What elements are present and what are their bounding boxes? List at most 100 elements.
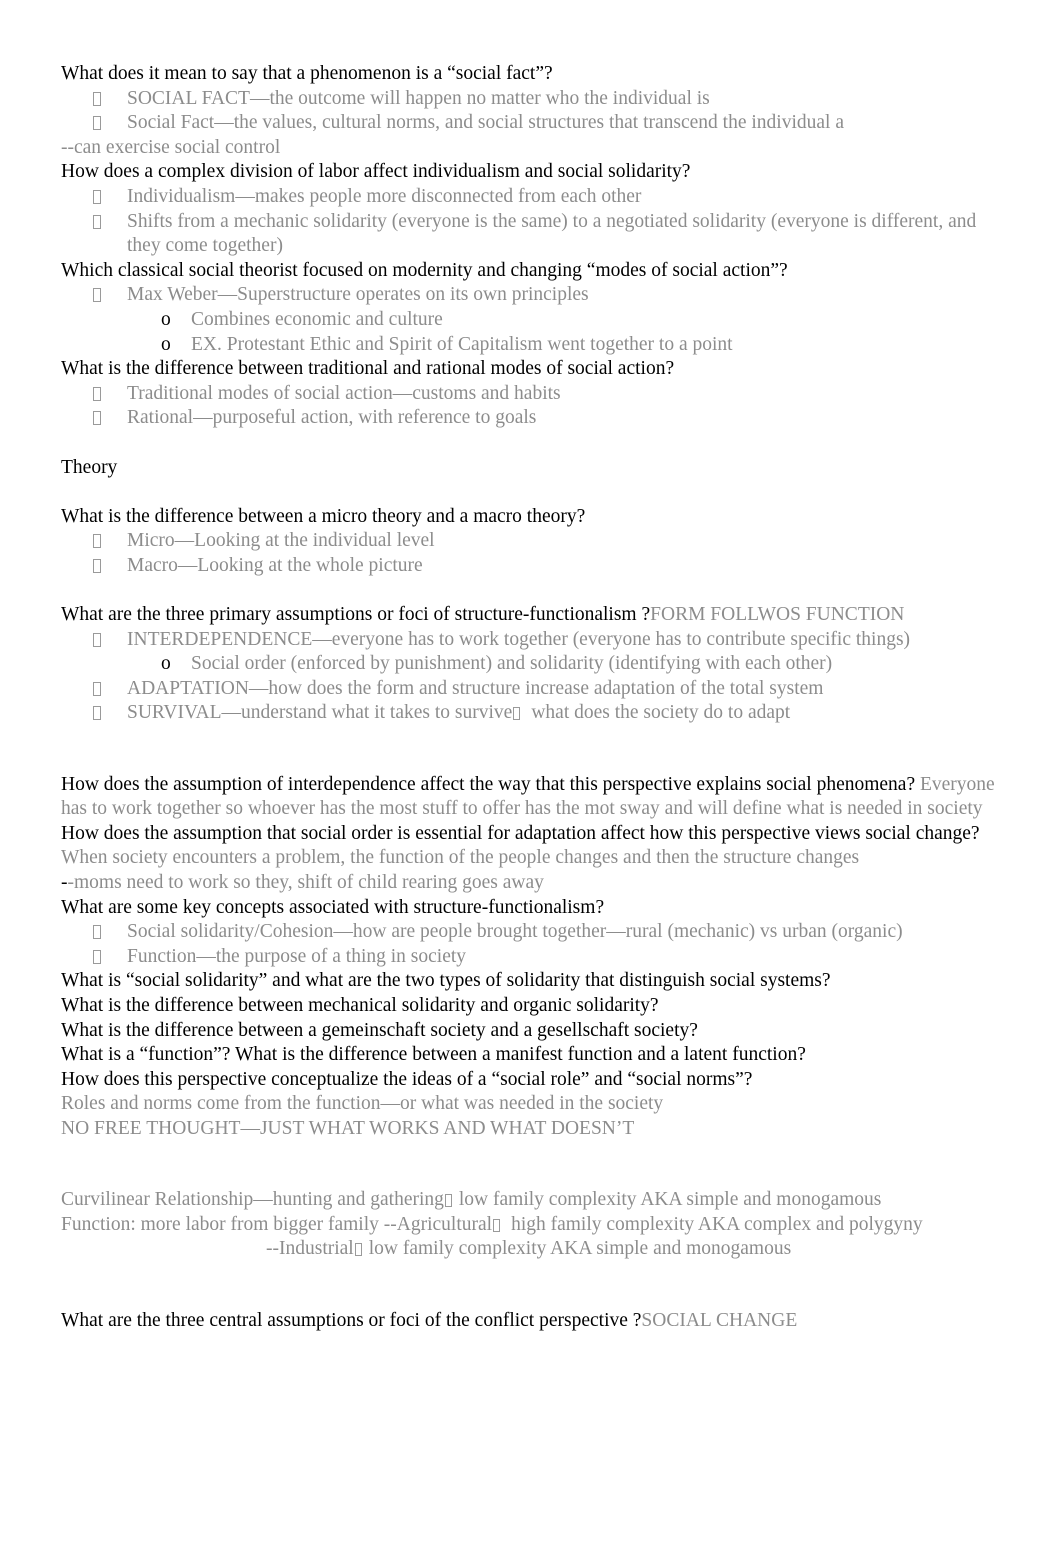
sub-bullet-item: o Social order (enforced by punishment) … [61, 652, 1013, 677]
bullet-tofu-icon [93, 111, 101, 136]
note-moms-work: --moms need to work so they, shift of ch… [61, 871, 1013, 896]
section-heading-theory: Theory [61, 456, 1013, 481]
bullet-tofu-icon [93, 945, 101, 970]
question-text: Which classical social theorist focused … [61, 259, 788, 281]
note-text: --Industrial [266, 1238, 354, 1260]
question-text: What are the three primary assumptions o… [61, 604, 651, 626]
bullet-tofu-icon [93, 529, 101, 554]
bullet-text: Macro—Looking at the whole picture [127, 554, 423, 576]
question-text: How does the assumption of interdependen… [61, 773, 916, 795]
bullet-item: Rational—purposeful action, with referen… [61, 406, 1013, 431]
note-text: Function: more labor from bigger family … [61, 1213, 493, 1235]
note-text: -moms need to work so they, shift of chi… [67, 872, 544, 893]
note-text: NO FREE THOUGHT—JUST WHAT WORKS AND WHAT… [61, 1117, 635, 1139]
bullet-tofu-icon [93, 701, 101, 726]
inline-answer-text: SOCIAL CHANGE [641, 1309, 798, 1331]
note-text-continued: low family complexity AKA simple and mon… [368, 1238, 792, 1260]
bullet-item: Function—the purpose of a thing in socie… [61, 945, 1013, 970]
note-no-free-thought: NO FREE THOUGHT—JUST WHAT WORKS AND WHAT… [61, 1117, 1013, 1142]
bullet-tofu-icon [93, 185, 101, 210]
question-manifest-vs-latent: What is a “function”? What is the differ… [61, 1043, 1013, 1068]
question-text: How does a complex division of labor aff… [61, 161, 691, 183]
bullet-text: Max Weber—Superstructure operates on its… [127, 284, 589, 306]
question-text: How does the assumption that social orde… [61, 822, 980, 844]
question-social-order-change: How does the assumption that social orde… [61, 822, 1013, 871]
bullet-item: ADAPTATION—how does the form and structu… [61, 677, 1013, 702]
circle-bullet-icon: o [161, 653, 171, 675]
bullet-text: Function—the purpose of a thing in socie… [127, 945, 467, 967]
bullet-text: Micro—Looking at the individual level [127, 530, 435, 552]
bullet-item: INTERDEPENDENCE—everyone has to work tog… [61, 628, 1013, 653]
bullet-text: Individualism—makes people more disconne… [127, 185, 642, 207]
bullet-text: Traditional modes of social action—custo… [127, 382, 561, 404]
sub-bullet-text: Combines economic and culture [191, 308, 443, 330]
question-social-role-norms: How does this perspective conceptualize … [61, 1068, 1013, 1093]
sub-bullet-item: o Combines economic and culture [61, 308, 1013, 333]
bullet-tofu-icon [93, 283, 101, 308]
bullet-item: Shifts from a mechanic solidarity (every… [61, 210, 1013, 259]
sub-note: --can exercise social control [61, 136, 1013, 161]
question-text: What is the difference between mechanica… [61, 994, 659, 1016]
question-micro-macro: What is the difference between a micro t… [61, 505, 1013, 530]
arrow-tofu-icon [512, 702, 521, 723]
document-page: What does it mean to say that a phenomen… [0, 0, 1062, 1561]
bullet-item-survival: SURVIVAL—understand what it takes to sur… [61, 701, 1013, 726]
note-text: Curvilinear Relationship—hunting and gat… [61, 1189, 444, 1211]
bullet-text: INTERDEPENDENCE—everyone has to work tog… [127, 628, 911, 650]
bullet-text: Social solidarity/Cohesion—how are peopl… [127, 921, 903, 943]
question-traditional-rational: What is the difference between tradition… [61, 357, 1013, 382]
note-text: Roles and norms come from the function—o… [61, 1093, 664, 1115]
question-text: What is a “function”? What is the differ… [61, 1044, 806, 1066]
question-text: What is the difference between tradition… [61, 358, 675, 380]
bullet-item: Max Weber—Superstructure operates on its… [61, 283, 1013, 308]
sub-bullet-item: o EX. Protestant Ethic and Spirit of Cap… [61, 333, 1013, 358]
bullet-text: Social Fact—the values, cultural norms, … [127, 112, 844, 134]
question-text: What does it mean to say that a phenomen… [61, 63, 553, 84]
bullet-tofu-icon [93, 628, 101, 653]
question-division-of-labor: How does a complex division of labor aff… [61, 160, 1013, 185]
bullet-item: Micro—Looking at the individual level [61, 529, 1013, 554]
bullet-text: SOCIAL FACT—the outcome will happen no m… [127, 87, 710, 109]
bullet-tofu-icon [93, 210, 101, 235]
bullet-item: SOCIAL FACT—the outcome will happen no m… [61, 87, 1013, 112]
question-interdependence-effect: How does the assumption of interdependen… [61, 773, 1013, 822]
bullet-tofu-icon [93, 554, 101, 579]
note-curvilinear-line2: Function: more labor from bigger family … [61, 1213, 1013, 1238]
arrow-tofu-icon [354, 1238, 363, 1259]
bullet-item: Social Fact—the values, cultural norms, … [61, 111, 1013, 136]
question-gemeinschaft-vs-gesellschaft: What is the difference between a gemeins… [61, 1019, 1013, 1044]
question-conflict-perspective: What are the three central assumptions o… [61, 1309, 1013, 1334]
question-text: What is the difference between a gemeins… [61, 1019, 698, 1041]
bullet-text: Shifts from a mechanic solidarity (every… [127, 210, 977, 257]
section-heading-text: Theory [61, 456, 118, 478]
question-social-fact: What does it mean to say that a phenomen… [61, 62, 1013, 87]
answer-text: When society encounters a problem, the f… [61, 847, 860, 869]
question-text: What are the three central assumptions o… [61, 1309, 642, 1331]
bullet-tofu-icon [93, 677, 101, 702]
note-curvilinear-line3: --Industrial low family complexity AKA si… [266, 1237, 1013, 1262]
inline-answer-text: FORM FOLLWOS FUNCTION [650, 604, 905, 626]
bullet-item: Traditional modes of social action—custo… [61, 382, 1013, 407]
circle-bullet-icon: o [161, 333, 171, 355]
question-modes-of-social-action: Which classical social theorist focused … [61, 259, 1013, 284]
bullet-item: Social solidarity/Cohesion—how are peopl… [61, 920, 1013, 945]
question-text: What are some key concepts associated wi… [61, 896, 605, 918]
document-body: What does it mean to say that a phenomen… [61, 62, 1013, 1333]
note-curvilinear-line1: Curvilinear Relationship—hunting and gat… [61, 1188, 1013, 1213]
bullet-tofu-icon [93, 87, 101, 112]
note-text-continued: high family complexity AKA complex and p… [511, 1213, 923, 1235]
question-key-concepts: What are some key concepts associated wi… [61, 896, 1013, 921]
sub-bullet-text: EX. Protestant Ethic and Spirit of Capit… [191, 333, 733, 355]
question-structure-functionalism: What are the three primary assumptions o… [61, 603, 1013, 628]
question-social-solidarity-types: What is “social solidarity” and what are… [61, 969, 1013, 994]
bullet-item: Individualism—makes people more disconne… [61, 185, 1013, 210]
arrow-tofu-icon [444, 1189, 453, 1210]
bullet-text: Rational—purposeful action, with referen… [127, 407, 537, 429]
question-mechanical-vs-organic: What is the difference between mechanica… [61, 994, 1013, 1019]
bullet-item: Macro—Looking at the whole picture [61, 554, 1013, 579]
